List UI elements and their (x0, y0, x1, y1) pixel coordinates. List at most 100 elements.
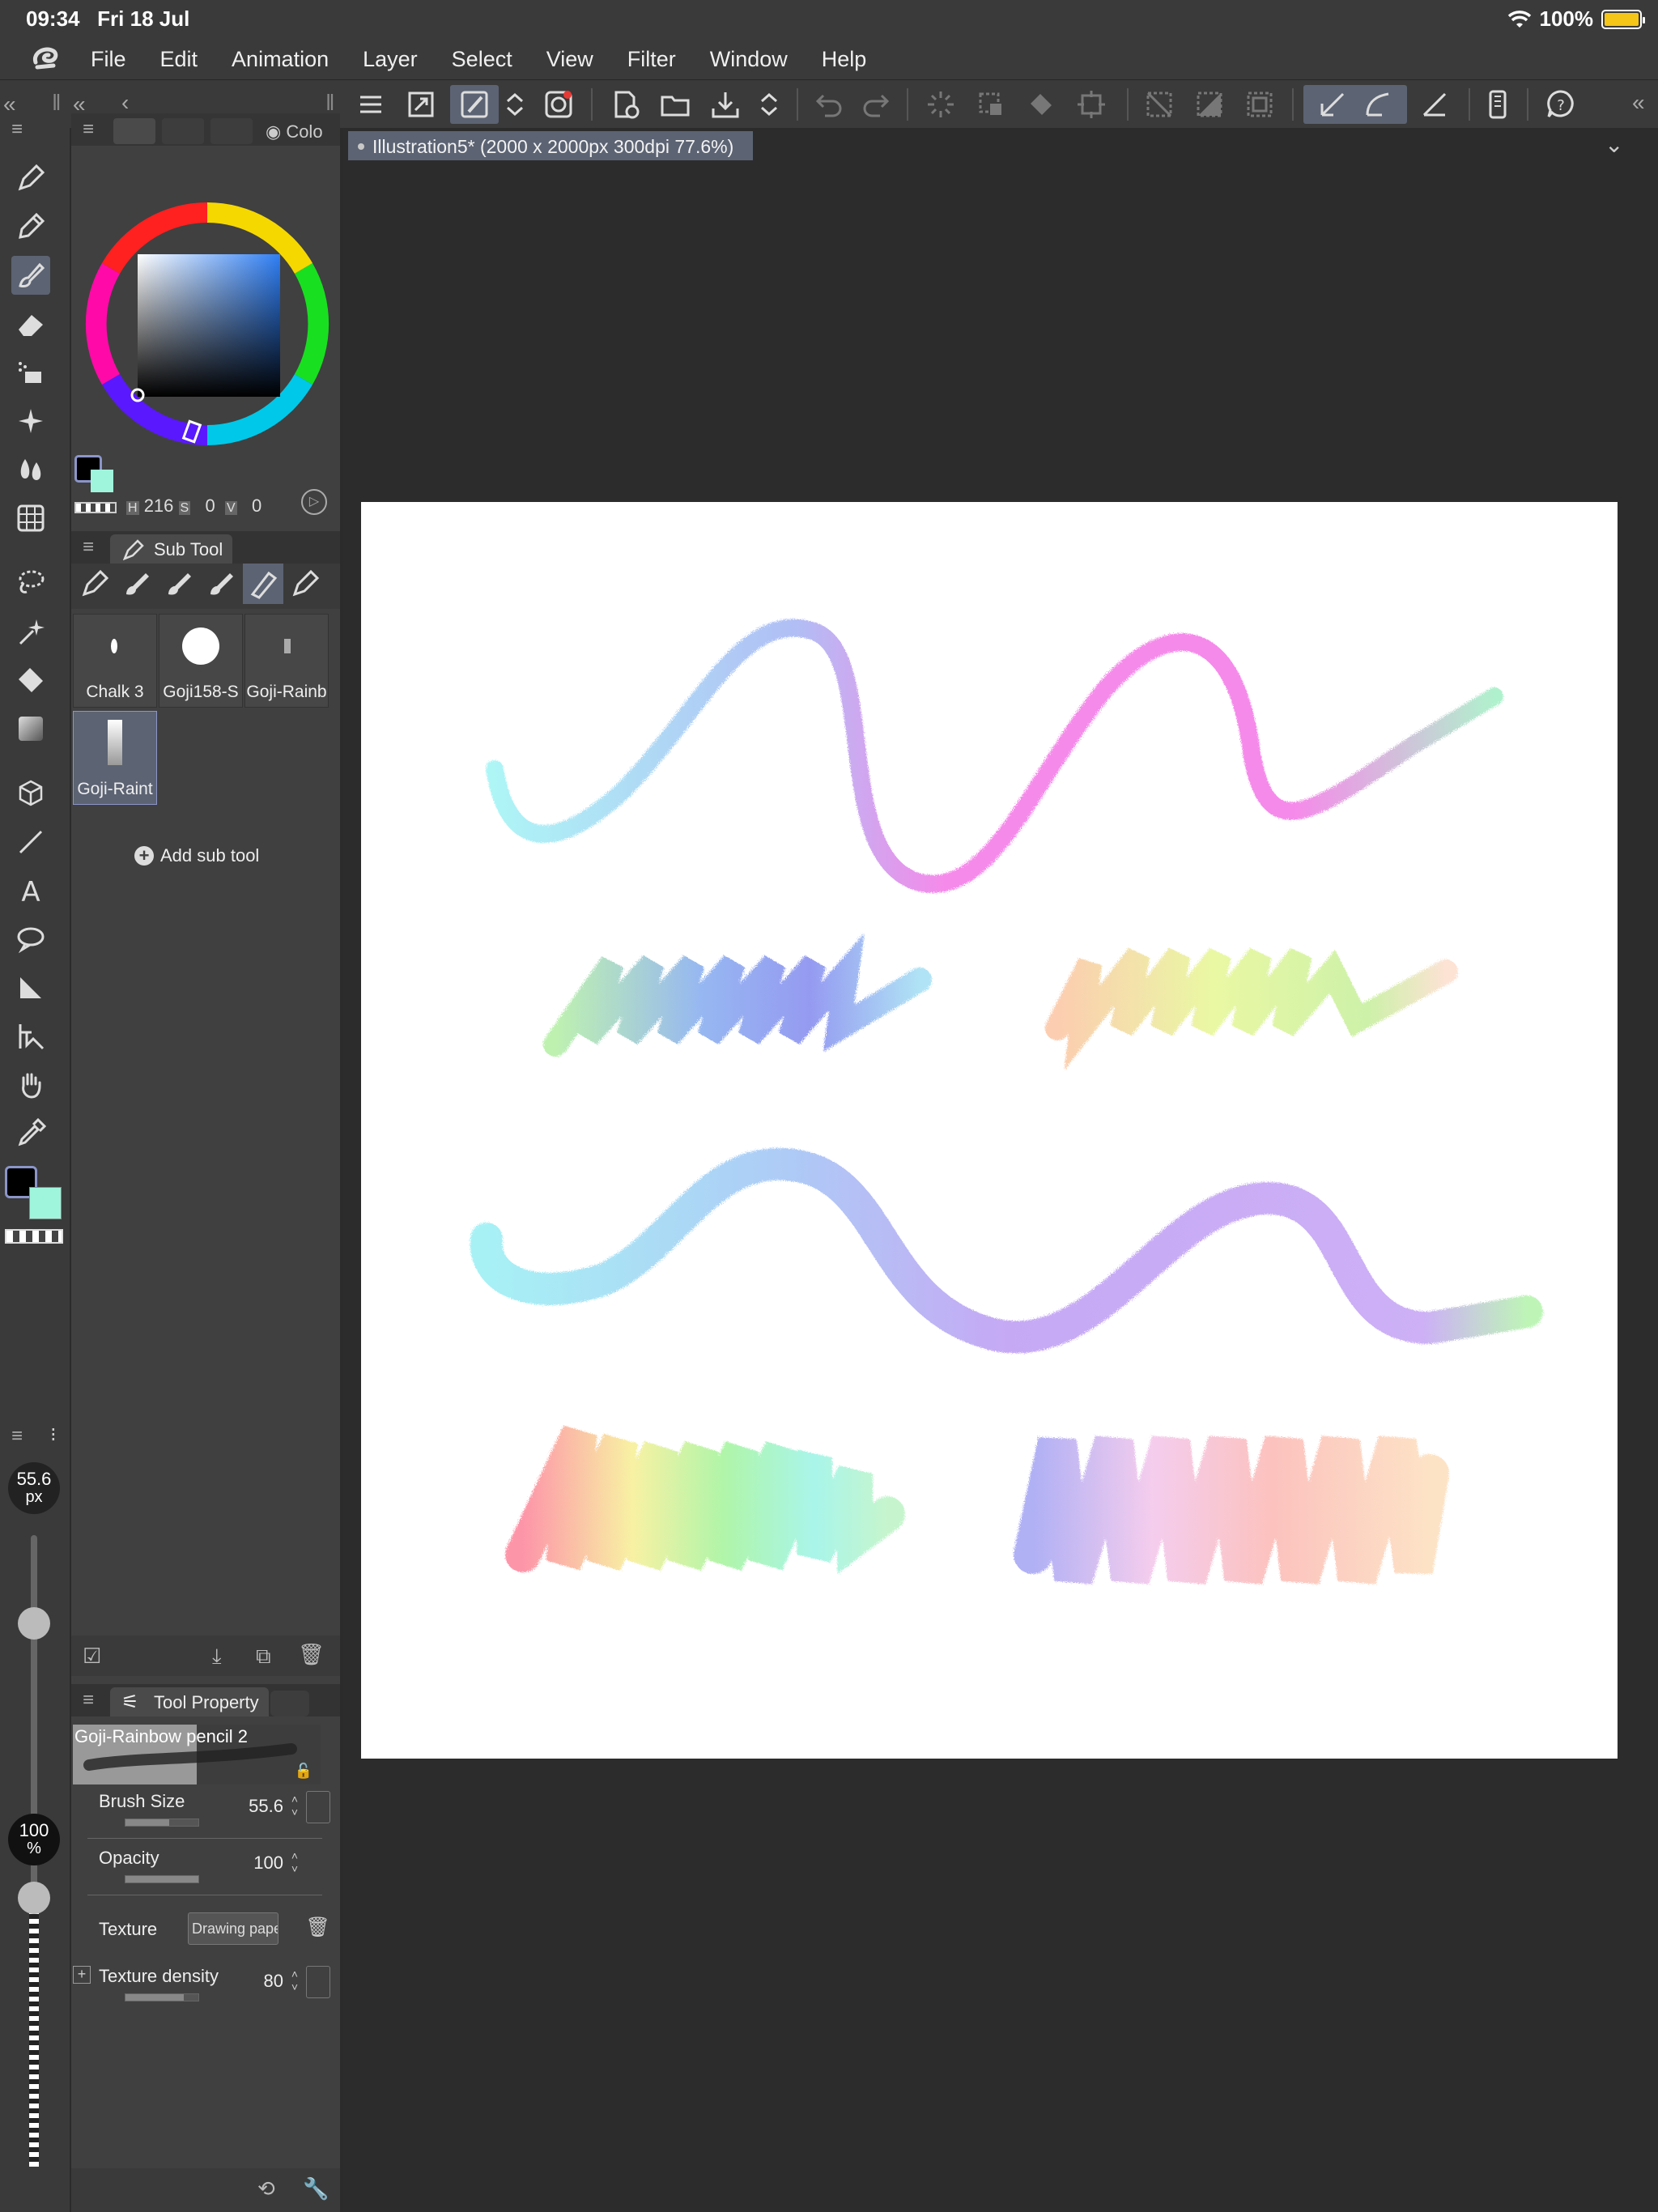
correct-line-tool-icon[interactable] (11, 1017, 50, 1056)
eraser-tool-icon[interactable] (11, 304, 50, 343)
document-tab[interactable]: Illustration5* (2000 x 2000px 300dpi 77.… (348, 131, 753, 160)
brush-preview[interactable]: Goji-Rainbow pencil 2 🔓 (73, 1725, 321, 1784)
color-wheel-tab-icon[interactable] (113, 118, 155, 144)
panel-menu-icon[interactable]: ≡ (11, 1425, 23, 1448)
panel-menu-icon[interactable]: ≡ (83, 118, 94, 141)
opacity-slider-track[interactable] (29, 1883, 39, 2167)
stabilizer-toggle-icon[interactable] (1303, 85, 1407, 124)
tab-list-chevron-icon[interactable]: ⌄ (1605, 131, 1623, 158)
updown-chevron-icon[interactable] (499, 85, 531, 124)
help-icon[interactable]: ? (1541, 85, 1580, 124)
watercolor-group-icon[interactable] (117, 564, 157, 604)
texture-density-stepper[interactable]: ˄ ˅ (288, 1967, 301, 1997)
hand-tool-icon[interactable] (11, 1066, 50, 1104)
drawing-canvas[interactable] (361, 502, 1618, 1759)
panel-menu-icon[interactable]: ≡ (11, 118, 23, 141)
mesh-tool-icon[interactable] (11, 499, 50, 538)
gradient-tool-icon[interactable] (11, 709, 50, 748)
menu-select[interactable]: Select (452, 47, 512, 72)
eyedropper-tool-icon[interactable] (11, 1114, 50, 1153)
collapse-right-icon[interactable]: « (1632, 90, 1645, 116)
blend-tool-icon[interactable] (11, 450, 50, 489)
opacity-stepper[interactable]: ˄ ˅ (288, 1849, 301, 1878)
texture-density-value[interactable]: 80 (264, 1971, 283, 1992)
pencil-group-icon[interactable] (74, 564, 115, 604)
menu-edit[interactable]: Edit (160, 47, 198, 72)
delete-icon[interactable]: 🗑 (298, 1642, 325, 1667)
color-wheel[interactable] (74, 191, 340, 457)
density-pressure-button[interactable] (306, 1966, 330, 1998)
brush-goji-rainbow[interactable]: Goji-Rainb (244, 614, 329, 708)
line-tool-icon[interactable] (11, 823, 50, 861)
panel-menu-icon[interactable]: ≡ (83, 536, 94, 559)
color-set-tab-icon[interactable] (210, 118, 253, 144)
clear-selection-icon[interactable] (1140, 85, 1179, 124)
fill-bucket-icon[interactable] (11, 661, 50, 700)
pressure-toggle-button[interactable] (306, 1791, 330, 1823)
brush-tool-icon[interactable] (11, 256, 50, 295)
reset-icon[interactable]: ⟲ (257, 2176, 275, 2201)
brush-size-bar[interactable] (125, 1819, 199, 1827)
text-tool-icon[interactable]: A (11, 871, 50, 910)
save-icon[interactable] (706, 85, 745, 124)
menu-layer[interactable]: Layer (363, 47, 418, 72)
duplicate-icon[interactable]: ⧉ (256, 1644, 271, 1670)
import-icon[interactable]: ⤓ (212, 1644, 222, 1670)
menu-help[interactable]: Help (822, 47, 867, 72)
transparent-color-swatch[interactable] (5, 1229, 63, 1244)
sparkle-tool-icon[interactable] (11, 402, 50, 440)
back-chevron-icon[interactable]: ‹ (121, 90, 129, 116)
lasso-tool-icon[interactable] (11, 564, 50, 602)
brush-size-value[interactable]: 55.6 (249, 1796, 283, 1817)
invert-selection-icon[interactable] (1190, 85, 1229, 124)
select-all-icon[interactable] (1240, 85, 1279, 124)
loading-icon[interactable] (921, 85, 960, 124)
brush-tip-icon[interactable]: ⁝ (50, 1423, 57, 1447)
panel-grip-icon[interactable]: ‖ (52, 90, 62, 116)
airbrush-tool-icon[interactable] (11, 353, 50, 392)
color-tab-label[interactable]: ◉ Colo (266, 121, 323, 143)
menu-view[interactable]: View (546, 47, 593, 72)
opacity-slider-handle[interactable] (18, 1882, 50, 1914)
brush-goji158[interactable]: Goji158-S (159, 614, 243, 708)
add-sub-tool-button[interactable]: + Add sub tool (134, 845, 259, 866)
brush-size-slider-handle[interactable] (18, 1607, 50, 1640)
wrench-icon[interactable]: 🔧 (303, 2176, 329, 2201)
tool-property-tab[interactable]: ⚟ Tool Property (110, 1687, 269, 1716)
sub-color-swatch[interactable] (29, 1187, 62, 1219)
hamburger-menu-icon[interactable] (351, 85, 390, 124)
crop-icon[interactable] (1072, 85, 1111, 124)
brush-chalk3[interactable]: Chalk 3 (73, 614, 157, 708)
menu-window[interactable]: Window (710, 47, 788, 72)
sub-tool-settings-icon[interactable]: ☑ (83, 1644, 101, 1669)
gouache-group-icon[interactable] (201, 564, 241, 604)
lock-icon[interactable]: 🔓 (295, 1763, 312, 1780)
opacity-bar[interactable] (125, 1875, 199, 1883)
menu-file[interactable]: File (91, 47, 126, 72)
redo-icon[interactable] (857, 85, 895, 124)
transform-icon[interactable] (971, 85, 1010, 124)
expand-icon[interactable]: + (73, 1966, 91, 1984)
pen-tool-icon[interactable] (11, 159, 50, 198)
color-history-icon[interactable]: ▷ (301, 489, 327, 515)
fit-canvas-icon[interactable] (402, 85, 440, 124)
texture-density-bar[interactable] (125, 1993, 199, 2001)
brush-goji-rainbow-2[interactable]: Goji-Raint (73, 711, 157, 805)
brush-size-stepper[interactable]: ˄ ˅ (288, 1793, 301, 1822)
menu-animation[interactable]: Animation (232, 47, 329, 72)
sub-color-small-swatch[interactable] (91, 470, 113, 492)
texture-delete-icon[interactable]: 🗑 (306, 1916, 330, 1939)
panel-grip-icon[interactable]: ‖ (325, 90, 335, 116)
ruler-snap-icon[interactable] (1415, 85, 1454, 124)
app-logo-icon[interactable] (24, 43, 66, 75)
transparent-small-swatch[interactable] (74, 502, 117, 513)
device-settings-icon[interactable] (1478, 85, 1517, 124)
magic-wand-icon[interactable] (11, 612, 50, 651)
brush-mode-icon[interactable] (450, 85, 499, 124)
fill-icon[interactable] (1022, 85, 1061, 124)
balloon-tool-icon[interactable] (11, 920, 50, 959)
new-file-icon[interactable] (606, 85, 644, 124)
oil-group-icon[interactable] (159, 564, 199, 604)
sub-tool-tab[interactable]: Sub Tool (110, 534, 233, 564)
frame-tool-icon[interactable] (11, 968, 50, 1007)
